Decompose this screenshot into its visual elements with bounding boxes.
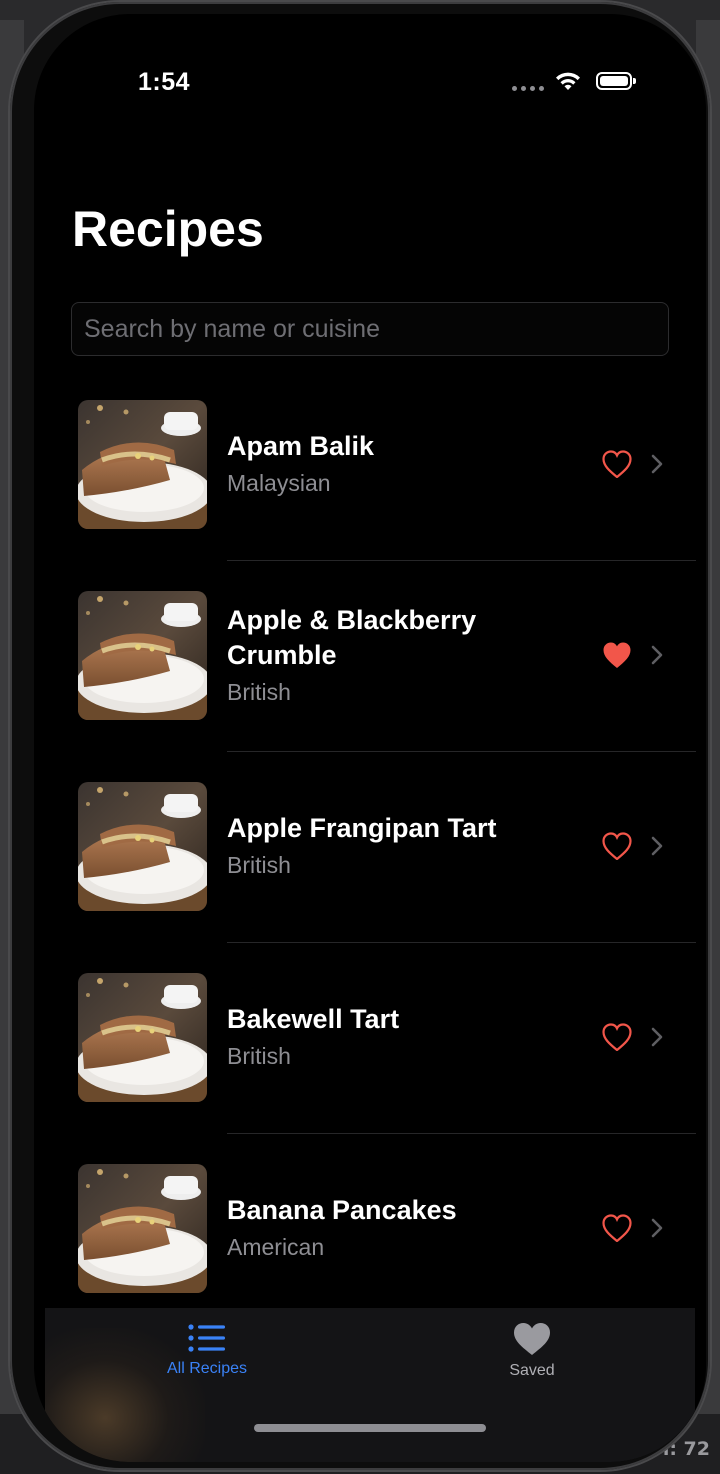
recipe-thumbnail-image — [78, 1164, 207, 1293]
heart-icon — [514, 1323, 550, 1355]
recipe-cuisine: British — [227, 1043, 291, 1069]
recipe-cuisine: British — [227, 852, 291, 878]
list-icon — [188, 1324, 225, 1352]
recipe-name: Bakewell Tart — [227, 1004, 400, 1034]
page-title: Recipes — [72, 201, 264, 257]
tab-all-recipes-label: All Recipes — [166, 1360, 248, 1377]
chevron-right-icon — [651, 836, 663, 856]
heart-outline-icon[interactable] — [602, 1214, 632, 1242]
recipe-name: Banana Pancakes — [227, 1195, 457, 1225]
heart-outline-icon[interactable] — [602, 832, 632, 860]
chevron-right-icon — [651, 1027, 663, 1047]
chevron-right-icon — [651, 454, 663, 474]
chevron-right-icon — [651, 645, 663, 665]
row-divider — [227, 1133, 696, 1134]
recipe-thumbnail-image — [78, 400, 207, 529]
recipe-cuisine: British — [227, 679, 291, 705]
phone-frame: 1:54 Recipes Apam Balik Malaysian Apple & … — [10, 2, 710, 1470]
wifi-icon — [556, 72, 580, 90]
search-input[interactable] — [71, 302, 669, 356]
recipe-text: Apple Frangipan Tart British — [227, 811, 587, 881]
phone-screen: 1:54 Recipes Apam Balik Malaysian Apple & … — [34, 14, 706, 1462]
chevron-right-icon — [651, 1218, 663, 1238]
recipe-thumbnail-image — [78, 973, 207, 1102]
recipe-cuisine: Malaysian — [227, 470, 331, 496]
row-divider — [227, 751, 696, 752]
recipe-row[interactable]: Apam Balik Malaysian — [34, 400, 706, 591]
recipe-cuisine: American — [227, 1234, 325, 1260]
recipe-text: Apple & Blackberry Crumble British — [227, 603, 587, 708]
recipe-text: Bakewell Tart British — [227, 1002, 587, 1072]
recipe-thumbnail-image — [78, 591, 207, 720]
recipe-row[interactable]: Bakewell Tart British — [34, 973, 706, 1164]
tab-all-recipes[interactable]: All Recipes — [137, 1322, 277, 1378]
tab-bar: All Recipes Saved — [45, 1308, 695, 1462]
battery-icon — [596, 72, 636, 90]
heart-filled-icon[interactable] — [602, 641, 632, 669]
tab-saved[interactable]: Saved — [462, 1322, 602, 1380]
status-time: 1:54 — [138, 68, 191, 96]
simulator-backdrop: ol: 72 1:54 Recipes Apam BalikMalaysia — [0, 0, 720, 1474]
recipe-row[interactable]: Apple & Blackberry Crumble British — [34, 591, 706, 782]
recipe-name: Apple & Blackberry Crumble — [227, 605, 477, 670]
recipe-row[interactable]: Apple Frangipan Tart British — [34, 782, 706, 973]
heart-outline-icon[interactable] — [602, 450, 632, 478]
recipe-text: Apam Balik Malaysian — [227, 429, 587, 499]
heart-outline-icon[interactable] — [602, 1023, 632, 1051]
recipe-name: Apam Balik — [227, 431, 375, 461]
recipe-name: Apple Frangipan Tart — [227, 813, 497, 843]
recipe-thumbnail-image — [78, 782, 207, 911]
recipe-text: Banana Pancakes American — [227, 1193, 587, 1263]
row-divider — [227, 560, 696, 561]
row-divider — [227, 942, 696, 943]
tab-saved-label: Saved — [509, 1362, 555, 1379]
cellular-signal-icon — [512, 86, 544, 91]
home-indicator — [254, 1424, 486, 1432]
